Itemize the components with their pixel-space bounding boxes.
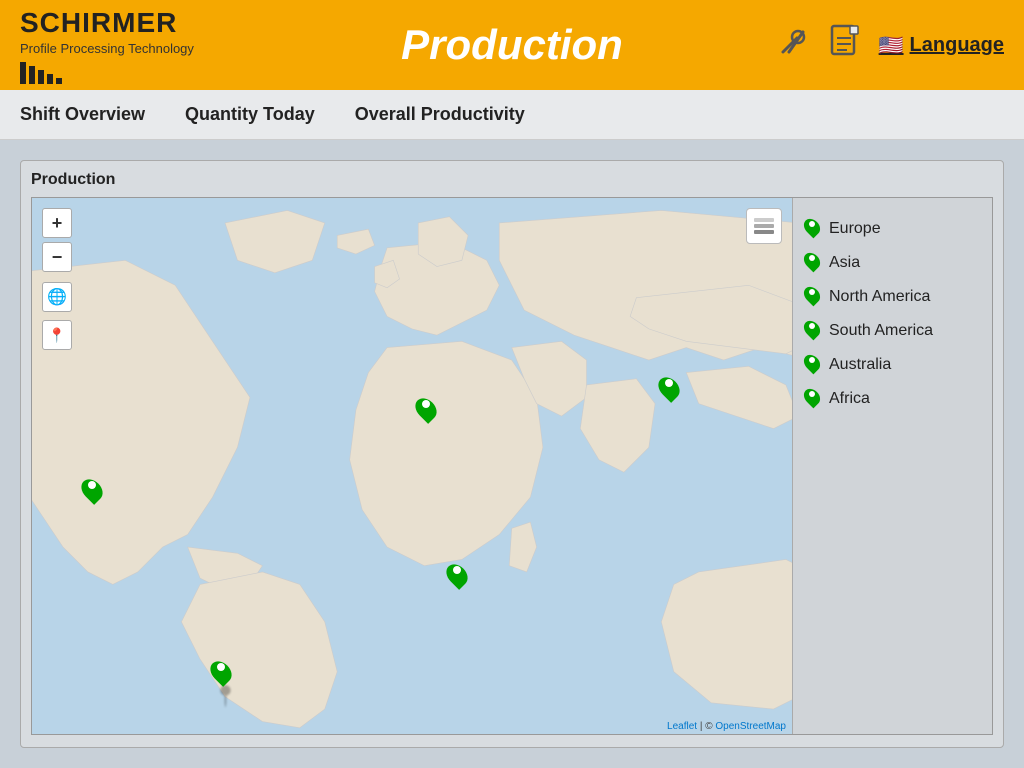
flag-icon: 🇺🇸 [879, 33, 904, 58]
legend-item-africa[interactable]: 📍 Africa [805, 388, 980, 410]
company-subtitle: Profile Processing Technology [20, 41, 194, 56]
bar5 [56, 78, 62, 84]
leaflet-link[interactable]: Leaflet [667, 721, 697, 732]
legend-pin-south-america: 📍 [805, 320, 821, 342]
document-icon[interactable] [829, 24, 861, 67]
nav-quantity-today[interactable]: Quantity Today [185, 100, 315, 129]
map-area[interactable]: + − 🌐 📍 [32, 198, 792, 734]
legend-pin-australia: 📍 [805, 354, 821, 376]
reset-view-button[interactable]: 🌐 [42, 282, 72, 312]
bar3 [38, 70, 44, 84]
legend-item-europe[interactable]: 📍 Europe [805, 218, 980, 240]
legend-label-south-america: South America [829, 322, 933, 340]
legend-label-north-america: North America [829, 288, 930, 306]
legend-item-north-america[interactable]: 📍 North America [805, 286, 980, 308]
legend-panel: 📍 Europe 📍 Asia 📍 North America 📍 South America… [792, 198, 992, 734]
legend-item-south-america[interactable]: 📍 South America [805, 320, 980, 342]
page-title: Production [401, 21, 623, 69]
map-container: + − 🌐 📍 [31, 197, 993, 735]
language-button[interactable]: 🇺🇸 Language [879, 33, 1004, 58]
map-controls: + − 🌐 📍 [42, 208, 72, 350]
logo-block: SCHIRMER Profile Processing Technology [20, 7, 194, 84]
legend-pin-africa: 📍 [805, 388, 821, 410]
bar2 [29, 66, 35, 84]
bar1 [20, 62, 26, 84]
legend-label-africa: Africa [829, 390, 870, 408]
zoom-in-button[interactable]: + [42, 208, 72, 238]
legend-label-europe: Europe [829, 220, 881, 238]
zoom-out-button[interactable]: − [42, 242, 72, 272]
locate-button[interactable]: 📍 [42, 320, 72, 350]
europe-pin[interactable]: 📍 [417, 395, 437, 423]
header: SCHIRMER Profile Processing Technology P… [0, 0, 1024, 90]
africa-pin[interactable]: 📍 [448, 561, 468, 589]
legend-item-asia[interactable]: 📍 Asia [805, 252, 980, 274]
legend-item-australia[interactable]: 📍 Australia [805, 354, 980, 376]
nav-overall-productivity[interactable]: Overall Productivity [355, 100, 525, 129]
legend-pin-europe: 📍 [805, 218, 821, 240]
layer-button[interactable] [746, 208, 782, 244]
map-attribution: Leaflet | © OpenStreetMap [667, 721, 786, 732]
content-area: Production + − 🌐 📍 [0, 140, 1024, 768]
company-name: SCHIRMER [20, 7, 177, 39]
legend-label-asia: Asia [829, 254, 860, 272]
header-icons: 🇺🇸 Language [775, 24, 1004, 67]
legend-pin-north-america: 📍 [805, 286, 821, 308]
nav-shift-overview[interactable]: Shift Overview [20, 100, 145, 129]
north-america-pin[interactable]: 📍 [83, 476, 103, 504]
logo-bars-icon [20, 62, 62, 84]
asia-pin[interactable]: 📍 [660, 374, 680, 402]
map-panel-title: Production [31, 171, 993, 189]
bar4 [47, 74, 53, 84]
navbar: Shift Overview Quantity Today Overall Pr… [0, 90, 1024, 140]
language-label: Language [910, 34, 1004, 57]
world-map [32, 198, 792, 734]
australia-pin[interactable]: 📍 [212, 658, 232, 686]
legend-label-australia: Australia [829, 356, 891, 374]
tools-icon[interactable] [775, 24, 811, 67]
legend-pin-asia: 📍 [805, 252, 821, 274]
map-panel: Production + − 🌐 📍 [20, 160, 1004, 748]
osm-link[interactable]: OpenStreetMap [715, 721, 786, 732]
